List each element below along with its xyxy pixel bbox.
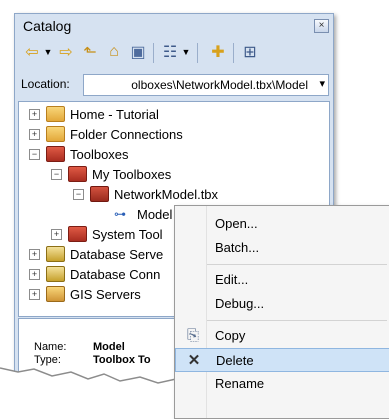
tree-item-label: System Tool — [92, 226, 163, 242]
menu-item-batch[interactable]: Batch... — [175, 236, 389, 260]
location-field[interactable]: olboxes\NetworkModel.tbx\Model ▾ — [83, 74, 329, 96]
menu-separator — [207, 320, 387, 321]
collapse-icon[interactable]: − — [73, 188, 84, 200]
menu-item-copy[interactable]: ⎘ Copy — [175, 324, 389, 348]
toolbar: ⇦ ▼ ⇨ ⬑ ⌂ ▣ ☷ ▼ ✚ ⊞ — [15, 38, 333, 68]
collapse-icon[interactable]: − — [51, 168, 62, 180]
tree-item-database-servers[interactable]: + Database Serve — [29, 244, 163, 264]
menu-item-label: Edit... — [215, 272, 249, 287]
menu-item-edit[interactable]: Edit... — [175, 268, 389, 292]
tree-item-gis-servers[interactable]: + GIS Servers — [29, 284, 141, 304]
collapse-icon[interactable]: − — [29, 148, 40, 160]
menu-item-label: Delete — [216, 353, 254, 368]
new-folder-icon[interactable]: ✚ — [209, 41, 227, 63]
delete-x-icon: ✕ — [187, 352, 201, 369]
tree-item-database-connections[interactable]: + Database Conn — [29, 264, 160, 284]
tree-item-label: Database Conn — [70, 266, 161, 282]
database-server-icon — [46, 246, 65, 262]
title-bar: Catalog × — [15, 14, 333, 38]
expand-icon[interactable]: + — [51, 228, 62, 240]
expand-icon[interactable]: + — [29, 288, 40, 300]
back-arrow-icon[interactable]: ⇦ — [23, 41, 41, 63]
window-title: Catalog — [23, 18, 72, 34]
forward-arrow-icon[interactable]: ⇨ — [57, 41, 75, 63]
tree-item-networkmodel-tbx[interactable]: − NetworkModel.tbx — [73, 184, 218, 204]
menu-item-label: Copy — [215, 328, 246, 343]
toolbox-icon — [46, 146, 65, 162]
toolbox-file-icon — [90, 186, 109, 202]
tree-item-label: Toolboxes — [70, 146, 129, 162]
tree-item-folder-connections[interactable]: + Folder Connections — [29, 124, 183, 144]
toolbar-separator — [153, 43, 154, 63]
dropdown-arrow-icon[interactable]: ▼ — [181, 41, 191, 63]
tree-item-label: My Toolboxes — [92, 166, 172, 182]
tree-item-label: Home - Tutorial — [70, 106, 159, 122]
toolbar-separator — [197, 43, 198, 63]
menu-item-label: Debug... — [215, 296, 265, 311]
toolbox-folder-icon — [68, 226, 87, 242]
tree-item-system-toolboxes[interactable]: + System Tool — [51, 224, 163, 244]
expand-icon[interactable]: + — [29, 108, 40, 120]
dropdown-arrow-icon[interactable]: ▼ — [43, 41, 53, 63]
connect-folder-icon[interactable]: ▣ — [129, 41, 147, 63]
tree-item-label: Folder Connections — [70, 126, 183, 142]
menu-item-open[interactable]: Open... — [175, 212, 389, 236]
database-connection-icon — [46, 266, 65, 282]
close-button[interactable]: × — [314, 19, 329, 33]
expand-icon[interactable]: + — [29, 268, 40, 280]
menu-item-label: Batch... — [215, 240, 260, 255]
location-label: Location: — [21, 77, 70, 91]
tree-item-toolboxes[interactable]: − Toolboxes — [29, 144, 129, 164]
model-icon: ⊶ — [114, 207, 126, 221]
tree-item-home-tutorial[interactable]: + Home - Tutorial — [29, 104, 159, 124]
menu-item-delete[interactable]: ✕ Delete — [175, 348, 389, 372]
home-folder-icon — [46, 106, 65, 122]
menu-item-debug[interactable]: Debug... — [175, 292, 389, 316]
menu-separator — [207, 264, 387, 265]
folder-icon — [46, 126, 65, 142]
tree-item-label: Model — [137, 206, 173, 222]
tree-item-label: NetworkModel.tbx — [114, 186, 219, 202]
toolbar-separator — [233, 43, 234, 63]
menu-item-label: Rename — [215, 376, 265, 391]
tree-item-label: Database Serve — [70, 246, 164, 262]
tree-item-label: GIS Servers — [70, 286, 141, 302]
up-folder-icon[interactable]: ⬑ — [81, 41, 99, 63]
toolbox-folder-icon — [68, 166, 87, 182]
copy-icon: ⎘ — [186, 327, 199, 344]
tree-icon[interactable]: ⊞ — [241, 41, 259, 63]
view-icon[interactable]: ☷ — [161, 41, 179, 63]
location-row: Location: olboxes\NetworkModel.tbx\Model… — [15, 72, 333, 98]
home-folder-icon[interactable]: ⌂ — [105, 41, 123, 63]
menu-item-label: Open... — [215, 216, 258, 231]
menu-item-rename[interactable]: Rename — [175, 372, 389, 396]
gis-server-icon — [46, 286, 65, 302]
tree-item-model[interactable]: ⊶ Model — [114, 204, 172, 224]
tree-item-my-toolboxes[interactable]: − My Toolboxes — [51, 164, 171, 184]
expand-icon[interactable]: + — [29, 128, 40, 140]
location-value: olboxes\NetworkModel.tbx\Model — [131, 78, 308, 92]
chevron-down-icon[interactable]: ▾ — [319, 77, 325, 90]
context-menu: Open... Batch... Edit... Debug... ⎘ Copy… — [174, 205, 389, 419]
expand-icon[interactable]: + — [29, 248, 40, 260]
